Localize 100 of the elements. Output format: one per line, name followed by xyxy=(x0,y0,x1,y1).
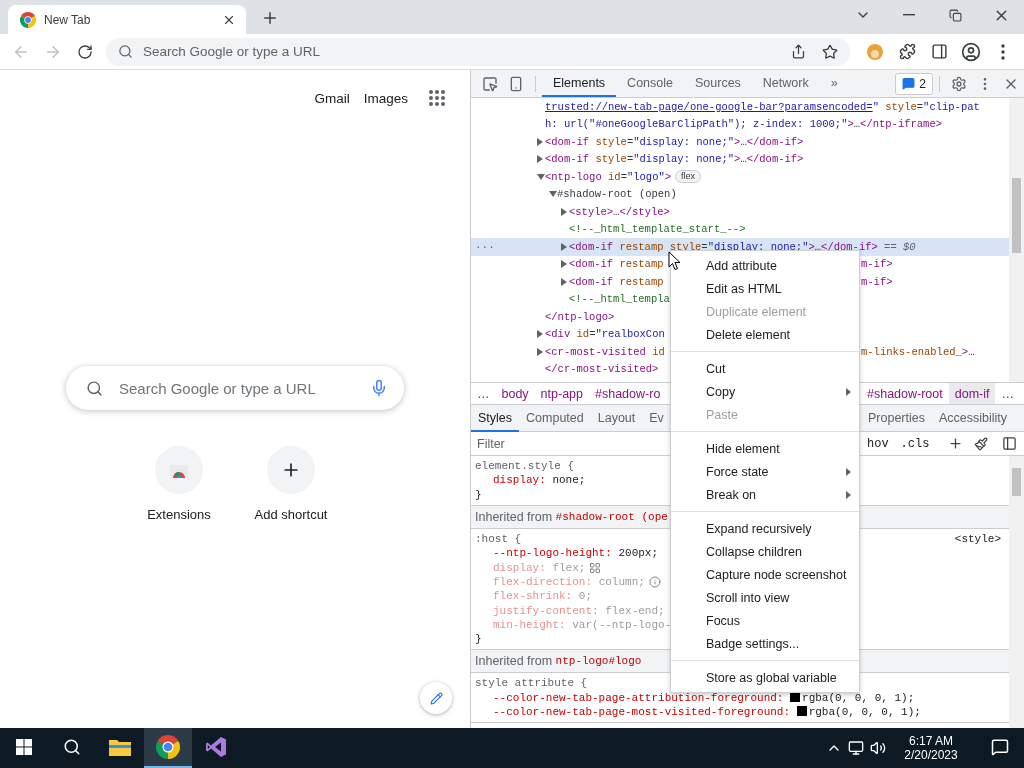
panel-tab[interactable]: Accessibility xyxy=(932,405,1015,432)
triangle-right-icon[interactable] xyxy=(537,347,543,356)
devtools-tab[interactable]: Console xyxy=(616,70,684,97)
reload-icon xyxy=(77,43,93,60)
search-icon xyxy=(118,44,133,59)
breadcrumb-item[interactable]: … xyxy=(995,383,1020,404)
triangle-down-icon[interactable] xyxy=(549,191,557,198)
breadcrumb-item[interactable]: #shadow-root xyxy=(861,383,949,404)
breadcrumb-item[interactable]: #shadow-ro xyxy=(589,383,667,404)
dom-code-line: <!--_html_templa xyxy=(569,293,670,306)
menu-item[interactable]: Delete element xyxy=(671,323,859,346)
dom-code-line: <ntp-logo id="logo"> xyxy=(545,170,672,183)
style-toggle-button[interactable]: hov xyxy=(861,432,895,455)
rule-brace: } xyxy=(475,488,482,501)
message-icon xyxy=(991,738,1009,756)
clock[interactable]: 6:17 AM 2/20/2023 xyxy=(892,734,970,762)
scrollbar[interactable] xyxy=(1009,456,1024,728)
triangle-right-icon[interactable] xyxy=(561,242,567,251)
dom-code-line: <!--_html_template_start_--> xyxy=(569,223,746,236)
rule-selector: style attribute { xyxy=(475,677,588,690)
inspect-pointer-icon xyxy=(482,75,498,92)
volume-icon[interactable] xyxy=(870,740,886,756)
shortcut-tile[interactable] xyxy=(267,446,315,494)
menu-item[interactable]: Copy xyxy=(671,380,859,403)
triangle-right-icon[interactable] xyxy=(561,207,567,216)
scrollbar[interactable] xyxy=(1009,98,1024,382)
search-icon xyxy=(63,738,81,756)
panel-tab[interactable]: Ev xyxy=(642,405,671,432)
breadcrumb-item[interactable]: … xyxy=(471,383,496,404)
grid-editor-icon[interactable] xyxy=(589,561,602,574)
customize-button[interactable] xyxy=(420,682,452,714)
taskbar-app-button[interactable] xyxy=(144,728,192,768)
menu-item[interactable]: Collapse children xyxy=(671,540,859,563)
devtools-tab[interactable]: Network xyxy=(751,70,820,97)
header-link[interactable]: Gmail xyxy=(314,90,350,106)
dom-code-line: trusted://new-tab-page/one-google-bar?paramsencoded=" style="clip-pat xyxy=(545,100,980,113)
devtools-tab[interactable]: Sources xyxy=(684,70,752,97)
triangle-down-icon[interactable] xyxy=(537,173,545,180)
breadcrumb-item[interactable]: dom-if xyxy=(948,383,996,404)
network-icon[interactable] xyxy=(848,740,864,756)
rule-source-link[interactable]: <style> xyxy=(954,533,1001,546)
menu-item[interactable]: Force state xyxy=(671,460,859,483)
breadcrumb-item[interactable]: body xyxy=(495,383,535,404)
menu-item[interactable]: Break on xyxy=(671,483,859,506)
person-icon xyxy=(961,41,981,62)
search-field[interactable]: Search Google or type a URL xyxy=(66,366,404,410)
triangle-right-icon[interactable] xyxy=(537,330,543,339)
dom-code-line: <dom-if restamp xyxy=(569,258,664,271)
devtools-tab[interactable]: Elements xyxy=(542,70,617,97)
plus-icon xyxy=(947,436,963,451)
dom-code-line: <dom-if style="display: none;">…</dom-if> xyxy=(545,153,804,166)
microphone-icon[interactable] xyxy=(370,379,388,397)
triangle-right-icon[interactable] xyxy=(561,260,567,269)
shortcut-label: Add shortcut xyxy=(254,507,328,522)
css-declaration[interactable]: --color-new-tab-page-most-visited-foreground: rgba(0, 0, 0, 1); xyxy=(475,706,921,718)
share-icon xyxy=(790,44,806,59)
dom-code-line: h: url("#oneGoogleBarClipPath"); z-index: 1000;">…</ntp-iframe> xyxy=(545,118,942,131)
studio-logo-icon xyxy=(205,736,227,758)
kebab-menu-icon xyxy=(1001,43,1005,60)
color-swatch[interactable] xyxy=(796,706,807,716)
minimize-icon xyxy=(903,14,915,16)
side-panel-icon xyxy=(930,43,948,60)
panel-tab[interactable]: Properties xyxy=(861,405,932,432)
rule-selector: element.style { xyxy=(475,460,575,473)
menu-item[interactable]: Capture node screenshot xyxy=(671,563,859,586)
flex-badge[interactable]: flex xyxy=(675,170,702,184)
triangle-right-icon[interactable] xyxy=(561,277,567,286)
menu-item[interactable]: Scroll into view xyxy=(671,586,859,609)
star-icon xyxy=(822,43,838,60)
dom-code-line: <dom-if restamp style="display: none;">…</dom-if> == $0 xyxy=(569,240,916,253)
node-actions-dots[interactable]: ··· xyxy=(471,240,495,253)
css-declaration[interactable]: --ntp-logo-height: 200px; xyxy=(475,547,659,560)
address-bar[interactable]: Search Google or type a URL xyxy=(106,37,850,66)
address-input[interactable]: Search Google or type a URL xyxy=(141,43,778,60)
issues-button[interactable]: 2 xyxy=(895,72,933,95)
css-declaration[interactable]: --color-new-tab-page-attribution-foreground: rgba(0, 0, 0, 1); xyxy=(475,691,915,704)
devtools-tab[interactable]: » xyxy=(819,70,849,97)
search-icon xyxy=(86,379,103,397)
windows-logo-icon xyxy=(16,739,32,755)
breadcrumb-item[interactable]: ntp-app xyxy=(534,383,589,404)
triangle-right-icon[interactable] xyxy=(537,137,543,146)
panel-tab[interactable]: Layout xyxy=(590,405,643,432)
dom-code-line: <dom-if style="display: none;">…</dom-if> xyxy=(545,135,804,148)
header-link[interactable]: Images xyxy=(363,90,408,106)
dom-code-line: <dom-if restamp xyxy=(569,275,664,288)
panel-tab[interactable]: Computed xyxy=(519,405,591,432)
triangle-right-icon[interactable] xyxy=(537,155,543,164)
browser-tab[interactable]: New Tab xyxy=(8,5,246,34)
menu-item[interactable]: Edit as HTML xyxy=(671,277,859,300)
store-icon xyxy=(170,462,188,478)
shortcut-tile[interactable] xyxy=(155,446,203,494)
dom-code-line: <cr-most-visited id xyxy=(545,345,665,358)
dom-code-line: </cr-most-visited> xyxy=(545,363,659,376)
style-toggle-button[interactable]: .cls xyxy=(894,432,936,455)
menu-item[interactable]: Cut xyxy=(671,357,859,380)
color-swatch[interactable] xyxy=(790,691,801,702)
menu-item[interactable]: Hide element xyxy=(671,437,859,460)
plus-icon xyxy=(261,9,279,27)
css-declaration[interactable]: display: none; xyxy=(475,474,586,487)
menu-item[interactable]: Focus xyxy=(671,609,859,632)
